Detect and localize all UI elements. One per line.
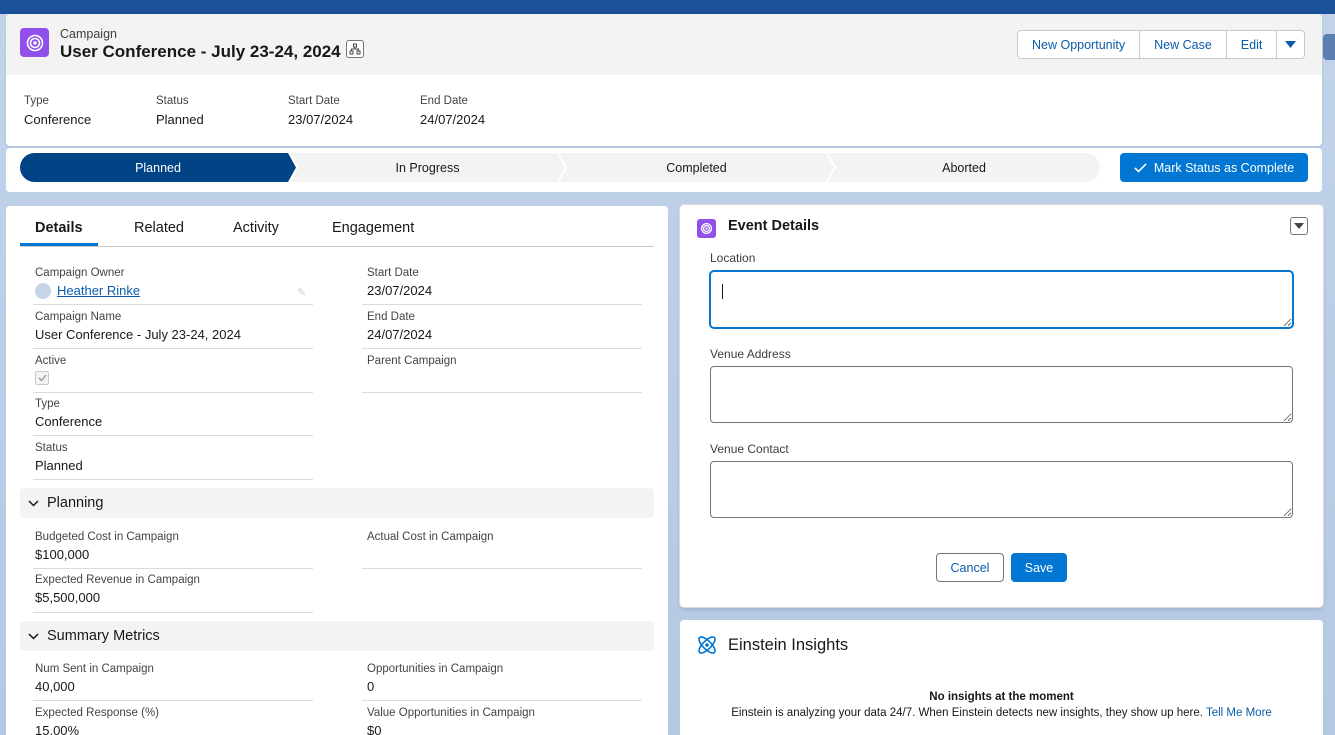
record-header-top: Campaign User Conference - July 23-24, 2… [6,14,1322,75]
einstein-insights-card: Einstein Insights No insights at the mom… [680,620,1323,735]
field-start-date: Start Date 23/07/2024 [367,267,433,298]
chevron-down-icon [1294,223,1304,229]
field-active: Active [35,355,315,385]
chevron-down-icon [28,499,39,507]
check-icon [38,374,47,382]
text-cursor [722,284,723,299]
highlight-end-date: End Date 24/07/2024 [420,95,486,127]
header-actions: New Opportunity New Case Edit [1017,30,1306,59]
chevron-down-icon [1285,41,1297,48]
field-value-opportunities: Value Opportunities in Campaign $0 [367,707,535,735]
tab-details[interactable]: Details [35,220,83,236]
check-icon [1134,162,1147,173]
venue-address-input[interactable] [710,366,1293,423]
event-details-title: Event Details [728,218,820,234]
tab-engagement[interactable]: Engagement [332,220,414,236]
tab-related[interactable]: Related [134,220,184,236]
divider [33,435,313,436]
hierarchy-icon[interactable] [346,40,364,58]
app-top-bar [0,0,1335,14]
edit-button[interactable]: Edit [1225,30,1278,59]
section-planning[interactable]: Planning [20,488,654,518]
field-parent-campaign: Parent Campaign [367,355,457,367]
tab-activity[interactable]: Activity [233,220,279,236]
status-path: Planned In Progress Completed Aborted Ma… [6,148,1322,192]
active-tab-indicator [20,243,98,246]
field-opportunities: Opportunities in Campaign 0 [367,663,504,694]
section-summary-metrics[interactable]: Summary Metrics [20,621,654,651]
new-opportunity-button[interactable]: New Opportunity [1017,30,1141,59]
einstein-title: Einstein Insights [728,636,849,654]
path-stages: Planned In Progress Completed Aborted [20,153,1100,182]
field-expected-response: Expected Response (%) 15.00% [35,707,160,735]
page-title: User Conference - July 23-24, 2024 [60,42,341,61]
divider [362,700,642,701]
divider [33,479,313,480]
divider [362,568,642,569]
einstein-empty-title: No insights at the moment [929,691,1074,703]
divider [33,392,313,393]
divider [362,348,642,349]
divider [33,304,313,305]
pencil-icon[interactable]: ✎ [297,286,306,299]
highlight-status: Status Planned [156,95,204,127]
field-actual-cost: Actual Cost in Campaign [367,531,494,543]
highlight-fields: Type Conference Status Planned Start Dat… [24,95,552,127]
location-label: Location [710,251,756,265]
field-expected-revenue: Expected Revenue in Campaign $5,500,000 [35,574,200,605]
record-header: Campaign User Conference - July 23-24, 2… [6,14,1322,146]
field-end-date: End Date 24/07/2024 [367,311,433,342]
location-input[interactable] [710,271,1293,328]
mark-status-complete-button[interactable]: Mark Status as Complete [1120,153,1308,182]
more-actions-button[interactable] [1276,30,1306,59]
field-campaign-name: Campaign Name User Conference - July 23-… [35,311,241,342]
highlight-type: Type Conference [24,95,92,127]
active-checkbox [35,371,49,385]
divider [362,304,642,305]
field-num-sent: Num Sent in Campaign 40,000 [35,663,154,694]
field-budgeted-cost: Budgeted Cost in Campaign $100,000 [35,531,179,562]
divider [33,348,313,349]
einstein-description: Einstein is analyzing your data 24/7. Wh… [731,707,1272,719]
tell-me-more-link[interactable]: Tell Me More [1206,707,1272,719]
event-details-card: Event Details Location Venue Address Ven… [680,205,1323,607]
divider [33,700,313,701]
chevron-down-icon [28,632,39,640]
divider [362,392,642,393]
utility-bar-toggle[interactable] [1323,34,1335,60]
event-details-menu-button[interactable] [1290,217,1308,235]
highlight-start-date: Start Date 23/07/2024 [288,95,354,127]
cancel-button[interactable]: Cancel [936,553,1004,582]
save-button[interactable]: Save [1011,553,1067,582]
campaign-icon [697,219,716,238]
einstein-icon [698,636,716,654]
venue-contact-label: Venue Contact [710,442,789,456]
venue-address-label: Venue Address [710,347,791,361]
owner-link[interactable]: Heather Rinke [57,283,140,298]
campaign-icon [20,28,49,57]
avatar [35,282,51,299]
field-type: Type Conference [35,398,103,429]
divider [33,568,313,569]
field-campaign-owner: Campaign Owner Heather Rinke [35,267,141,299]
record-tabs: Details Related Activity Engagement [20,206,654,247]
field-status: Status Planned [35,442,83,473]
new-case-button[interactable]: New Case [1139,30,1227,59]
path-stage-in-progress[interactable]: In Progress [290,153,565,182]
path-stage-aborted[interactable]: Aborted [828,153,1100,182]
path-stage-planned[interactable]: Planned [20,153,296,182]
divider [33,612,313,613]
path-stage-completed[interactable]: Completed [559,153,834,182]
venue-contact-input[interactable] [710,461,1293,518]
object-label: Campaign [60,27,117,41]
details-card: Details Related Activity Engagement Camp… [6,206,668,735]
